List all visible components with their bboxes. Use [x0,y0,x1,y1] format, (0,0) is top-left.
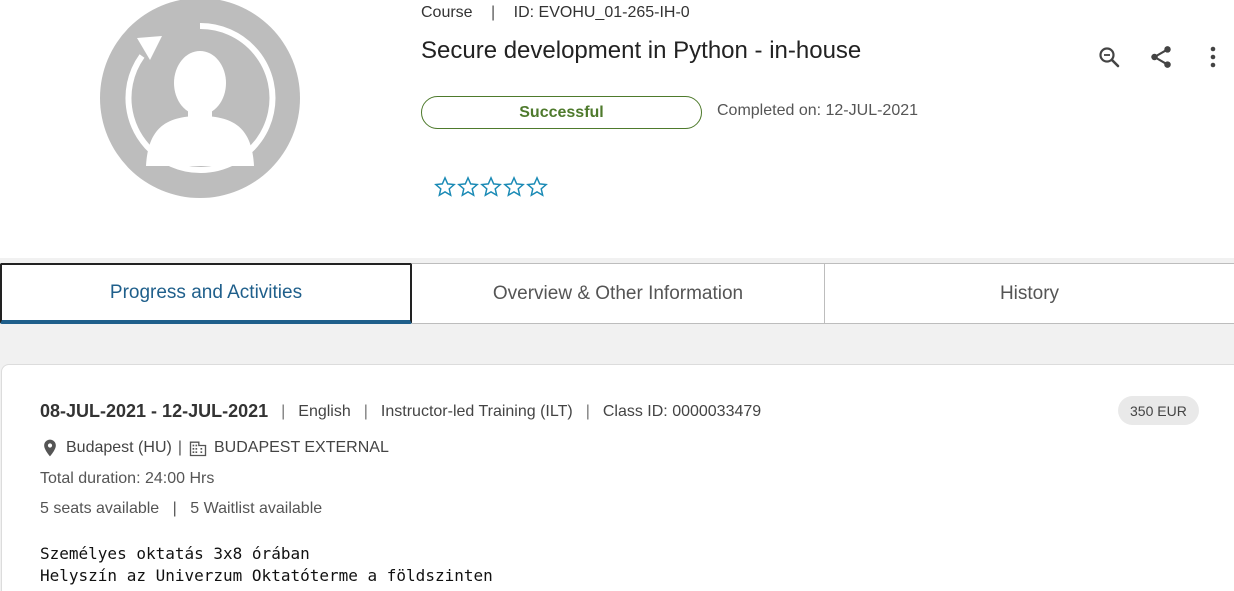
star-icon[interactable] [503,176,525,198]
zoom-icon [1099,47,1120,68]
course-meta: Course | ID: EVOHU_01-265-IH-0 [421,4,690,22]
tab-overview-other-information[interactable]: Overview & Other Information [412,263,825,324]
more-options-button[interactable] [1200,40,1226,74]
waitlist-available: 5 Waitlist available [190,500,323,517]
tab-history[interactable]: History [825,263,1234,324]
course-placeholder-icon [100,0,300,198]
separator: | [281,402,286,420]
course-id: ID: EVOHU_01-265-IH-0 [513,4,690,21]
tab-progress-and-activities[interactable]: Progress and Activities [0,263,412,324]
description-line: Személyes oktatás 3x8 órában [40,544,310,563]
separator: | [177,439,182,456]
price-badge: 350 EUR [1118,396,1199,425]
offering-description: Személyes oktatás 3x8 órában Helyszín az… [40,543,493,587]
star-rating[interactable] [434,176,548,198]
share-button[interactable] [1148,40,1174,74]
offering-summary: 08-JUL-2021 - 12-JUL-2021 | English | In… [40,401,761,422]
availability: 5 seats available | 5 Waitlist available [40,500,322,518]
separator: | [363,402,368,420]
description-line: Helyszín az Univerzum Oktatóterme a föld… [40,566,493,585]
seats-available: 5 seats available [40,500,160,517]
more-vertical-icon [1210,46,1216,68]
offering-dates: 08-JUL-2021 - 12-JUL-2021 [40,401,269,421]
offering-language: English [298,402,351,420]
location-pin-icon [44,439,56,457]
star-icon[interactable] [526,176,548,198]
offering-delivery-type: Instructor-led Training (ILT) [380,402,573,420]
separator: | [585,402,590,420]
offering-location: Budapest (HU) | BUDAPEST EXTERNAL [40,438,389,458]
total-duration: Total duration: 24:00 Hrs [40,470,215,487]
share-icon [1151,46,1171,68]
course-avatar [100,0,300,198]
star-icon[interactable] [457,176,479,198]
building-icon [189,441,207,457]
offering-class-id: Class ID: 0000033479 [602,402,762,420]
separator: | [491,4,496,21]
location-facility: BUDAPEST EXTERNAL [213,439,389,456]
star-icon[interactable] [480,176,502,198]
zoom-button[interactable] [1096,40,1122,74]
star-icon[interactable] [434,176,456,198]
separator: | [172,500,177,517]
page-title: Secure development in Python - in-house [421,37,862,64]
class-offering-card: 08-JUL-2021 - 12-JUL-2021 | English | In… [1,364,1234,591]
course-type: Course [421,4,473,21]
completed-date: Completed on: 12-JUL-2021 [717,102,919,119]
status-badge: Successful [421,96,702,129]
location-city: Budapest (HU) [66,439,172,456]
header-actions [1096,40,1226,74]
tab-bar: Progress and Activities Overview & Other… [0,263,1234,324]
